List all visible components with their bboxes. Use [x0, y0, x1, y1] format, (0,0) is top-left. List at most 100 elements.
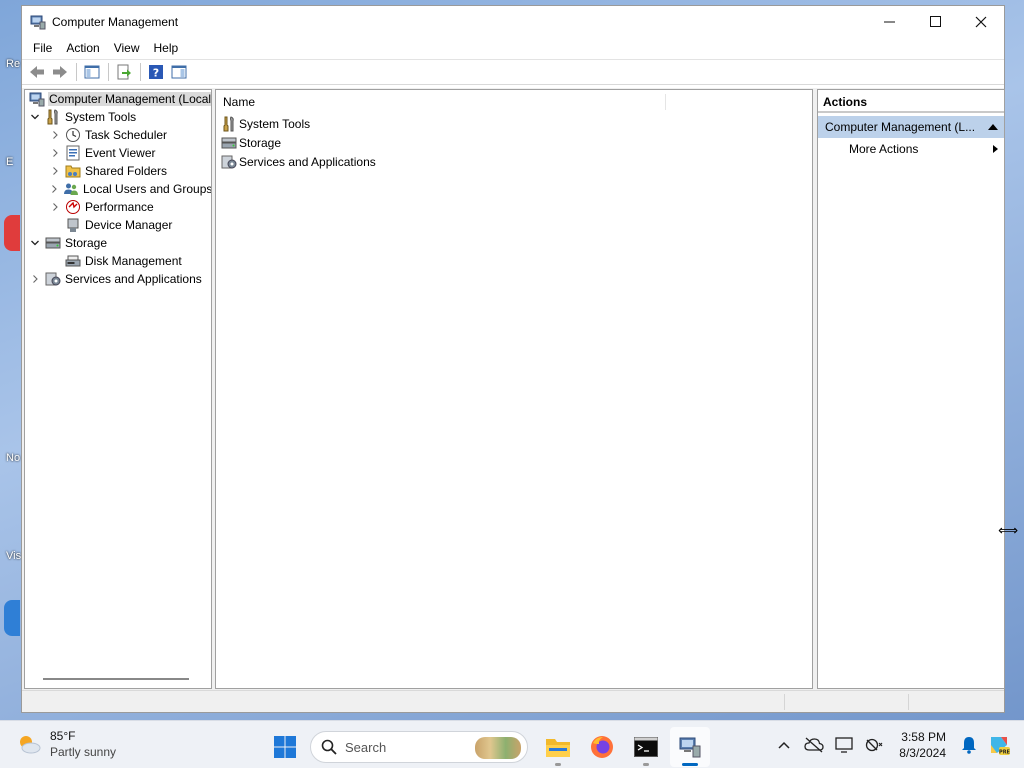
tree-item-label: Event Viewer	[85, 146, 156, 160]
tree-item-local-users-and-groups[interactable]: Local Users and Groups	[25, 180, 211, 198]
search-input[interactable]	[345, 739, 465, 755]
taskbar-firefox[interactable]	[582, 727, 622, 767]
event-viewer-icon	[65, 145, 81, 161]
start-button[interactable]	[268, 730, 302, 764]
computer-management-window: Computer Management File Action View Hel…	[21, 5, 1005, 713]
list-item-services-and-applications[interactable]: Services and Applications	[216, 152, 812, 171]
expanded-chevron-icon[interactable]	[29, 237, 41, 249]
show-hide-action-pane-button[interactable]	[168, 61, 190, 83]
system-tools-icon	[221, 115, 237, 132]
maximize-button[interactable]	[912, 6, 958, 37]
collapsed-chevron-icon[interactable]	[49, 201, 61, 213]
forward-button[interactable]	[49, 61, 71, 83]
close-icon	[975, 16, 987, 27]
close-button[interactable]	[958, 6, 1004, 37]
show-hide-console-tree-button[interactable]	[81, 61, 103, 83]
collapsed-chevron-icon[interactable]	[29, 273, 41, 285]
storage-icon	[45, 235, 61, 251]
collapsed-chevron-icon[interactable]	[49, 165, 61, 177]
weather-temperature: 85°F	[50, 729, 76, 743]
services-apps-icon	[45, 271, 61, 287]
list-item-storage[interactable]: Storage	[216, 133, 812, 152]
tree-item-system-tools[interactable]: System Tools	[25, 108, 211, 126]
display-button[interactable]	[831, 732, 857, 758]
tree-item-label: Storage	[65, 236, 108, 250]
tree-item-label: Task Scheduler	[85, 128, 168, 142]
tree-item-label: Device Manager	[85, 218, 173, 232]
services-apps-icon	[221, 154, 237, 170]
console-tree[interactable]: Computer Management (Local System Tools Ta…	[24, 89, 212, 689]
tree-item-label: Shared Folders	[85, 164, 168, 178]
computer-management-icon	[29, 91, 45, 107]
partly-sunny-icon	[20, 736, 41, 754]
onedrive-button[interactable]	[801, 732, 827, 758]
active-indicator	[682, 763, 698, 766]
system-tools-icon	[45, 109, 61, 125]
results-pane[interactable]: Name System Tools Storage Services and App…	[215, 89, 813, 689]
monitor-icon	[835, 737, 853, 753]
taskbar-search[interactable]	[310, 731, 528, 763]
tree-item-label: Disk Management	[85, 254, 182, 268]
tree-item-device-manager[interactable]: Device Manager	[25, 216, 211, 234]
help-icon: ?	[149, 65, 163, 80]
list-item-system-tools[interactable]: System Tools	[216, 114, 812, 133]
column-header: Name	[216, 90, 812, 114]
menu-help[interactable]: Help	[147, 37, 186, 59]
desktop-icon[interactable]	[4, 600, 20, 636]
toolbar-separator	[108, 63, 109, 81]
actions-section-computer-management[interactable]: Computer Management (L...	[818, 116, 1004, 138]
desktop-icon[interactable]	[4, 215, 20, 251]
horizontal-scrollbar-thumb[interactable]	[43, 678, 189, 680]
clock[interactable]: 3:58 PM 8/3/2024	[899, 729, 946, 761]
system-tray: 3:58 PM 8/3/2024 PRE	[769, 721, 1024, 768]
collapsed-chevron-icon[interactable]	[49, 129, 61, 141]
export-list-button[interactable]	[113, 61, 135, 83]
help-button[interactable]: ?	[145, 61, 167, 83]
menu-file[interactable]: File	[26, 37, 59, 59]
tree-item-disk-management[interactable]: Disk Management	[25, 252, 211, 270]
taskbar-computer-management[interactable]	[670, 727, 710, 767]
collapsed-chevron-icon[interactable]	[49, 147, 61, 159]
collapsed-chevron-icon[interactable]	[49, 183, 59, 195]
task-scheduler-icon	[65, 127, 81, 143]
collapse-up-icon[interactable]	[988, 124, 998, 130]
tree-item-task-scheduler[interactable]: Task Scheduler	[25, 126, 211, 144]
disk-management-icon	[65, 253, 81, 269]
network-sound-button[interactable]	[861, 732, 887, 758]
menu-bar: File Action View Help	[22, 37, 1004, 59]
actions-pane: Actions Computer Management (L... More A…	[817, 89, 1005, 689]
windows-logo-icon	[274, 736, 296, 758]
menu-action[interactable]: Action	[59, 37, 106, 59]
resize-horizontal-cursor-icon: ⟺	[998, 522, 1019, 538]
action-more-actions[interactable]: More Actions	[818, 138, 1004, 160]
network-disconnected-icon	[866, 738, 883, 752]
back-button[interactable]	[26, 61, 48, 83]
tree-item-storage[interactable]: Storage	[25, 234, 211, 252]
minimize-button[interactable]	[866, 6, 912, 37]
expanded-chevron-icon[interactable]	[29, 111, 41, 123]
taskbar-command-prompt[interactable]	[626, 727, 666, 767]
tree-item-event-viewer[interactable]: Event Viewer	[25, 144, 211, 162]
search-highlight-image	[475, 737, 521, 759]
tree-item-shared-folders[interactable]: Shared Folders	[25, 162, 211, 180]
weather-widget[interactable]: 85°F Partly sunny	[16, 728, 116, 760]
tree-item-services-and-applications[interactable]: Services and Applications	[25, 270, 211, 288]
taskbar-file-explorer[interactable]	[538, 727, 578, 767]
status-bar	[22, 690, 1004, 712]
notifications-button[interactable]	[956, 732, 982, 758]
computer-management-icon	[30, 15, 46, 29]
taskbar: 85°F Partly sunny Search 3:58 PM 8/3/202…	[0, 720, 1024, 768]
firefox-icon	[591, 736, 613, 758]
copilot-button[interactable]: PRE	[986, 732, 1012, 758]
cloud-offline-icon	[804, 737, 824, 753]
tree-item-performance[interactable]: Performance	[25, 198, 211, 216]
tree-item-computer-management-local[interactable]: Computer Management (Local	[25, 90, 211, 108]
main-content: Computer Management (Local System Tools Ta…	[22, 88, 1005, 690]
column-header-name[interactable]: Name	[216, 93, 666, 110]
menu-view[interactable]: View	[107, 37, 147, 59]
show-hidden-icons-button[interactable]	[771, 732, 797, 758]
list-item-label: Storage	[239, 135, 282, 150]
title-bar[interactable]: Computer Management	[22, 6, 1004, 37]
